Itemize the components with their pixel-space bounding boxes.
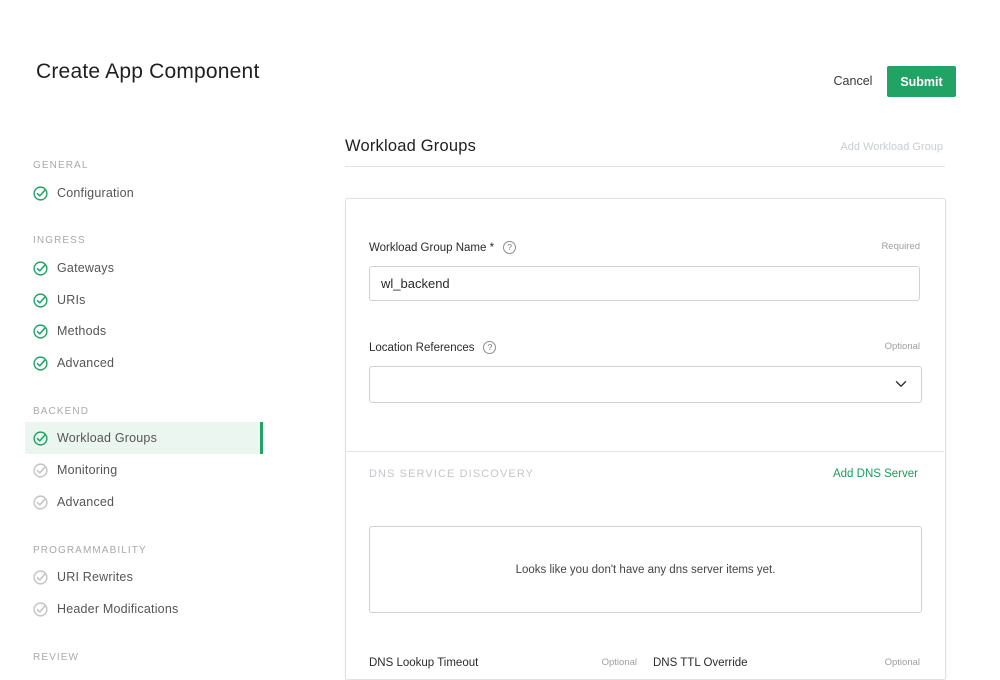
add-workload-group-button[interactable]: Add Workload Group: [810, 141, 943, 153]
sidebar-item-methods[interactable]: Methods: [25, 315, 260, 347]
optional-tag: Optional: [884, 657, 920, 668]
check-circle-icon: [33, 323, 48, 339]
sidebar-item-label: URIs: [57, 293, 86, 307]
page-title: Create App Component: [36, 60, 260, 83]
empty-state-text: Looks like you don't have any dns server…: [515, 563, 776, 576]
sidebar-section-programmability: PROGRAMMABILITY: [33, 545, 147, 556]
add-dns-server-button[interactable]: Add DNS Server: [800, 468, 918, 480]
cancel-button[interactable]: Cancel: [822, 66, 884, 96]
workload-group-name-label: Workload Group Name * ?: [369, 241, 517, 254]
check-circle-outline-icon: [33, 494, 48, 510]
submit-button[interactable]: Submit: [887, 66, 956, 97]
active-indicator: [260, 422, 263, 454]
divider: [345, 166, 945, 167]
sidebar-item-label: Header Modifications: [57, 602, 179, 616]
sidebar-item-label: Monitoring: [57, 463, 118, 477]
check-circle-icon: [33, 260, 48, 276]
sidebar-item-label: Workload Groups: [57, 431, 158, 445]
dns-ttl-override-label: DNS TTL Override: [653, 657, 748, 669]
sidebar-item-workload-groups[interactable]: Workload Groups: [25, 422, 263, 454]
check-circle-icon: [33, 292, 48, 308]
sidebar-item-label: Methods: [57, 324, 107, 338]
optional-tag: Optional: [884, 341, 920, 352]
sidebar-item-backend-advanced[interactable]: Advanced: [25, 486, 260, 518]
sidebar-section-review: REVIEW: [33, 652, 80, 663]
section-title: Workload Groups: [345, 137, 477, 155]
sidebar-item-ingress-advanced[interactable]: Advanced: [25, 347, 260, 379]
sidebar-item-monitoring[interactable]: Monitoring: [25, 454, 260, 486]
check-circle-icon: [33, 355, 48, 371]
sidebar-item-uri-rewrites[interactable]: URI Rewrites: [25, 561, 260, 593]
sidebar-item-gateways[interactable]: Gateways: [25, 252, 260, 284]
sidebar-item-configuration[interactable]: Configuration: [25, 177, 260, 209]
dns-empty-state: Looks like you don't have any dns server…: [369, 526, 922, 613]
dns-service-discovery-title: DNS SERVICE DISCOVERY: [369, 468, 535, 480]
chevron-down-icon: [895, 381, 907, 387]
field-label-text: Workload Group Name *: [369, 241, 495, 254]
sidebar-item-label: Advanced: [57, 495, 115, 509]
sidebar-item-label: Gateways: [57, 261, 115, 275]
sidebar-item-label: URI Rewrites: [57, 570, 134, 584]
required-tag: Required: [881, 241, 920, 252]
sidebar-item-label: Configuration: [57, 186, 134, 200]
divider: [346, 451, 944, 452]
sidebar-item-header-modifications[interactable]: Header Modifications: [25, 593, 260, 625]
sidebar-section-backend: BACKEND: [33, 406, 90, 417]
check-circle-outline-icon: [33, 601, 48, 617]
field-label-text: Location References: [369, 341, 475, 354]
sidebar-item-label: Advanced: [57, 356, 115, 370]
workload-group-name-input[interactable]: [369, 266, 920, 301]
help-icon[interactable]: ?: [483, 341, 497, 354]
check-circle-icon: [33, 185, 48, 201]
sidebar-item-uris[interactable]: URIs: [25, 284, 260, 316]
location-references-select[interactable]: [369, 366, 922, 403]
sidebar-section-general: GENERAL: [33, 160, 89, 171]
help-icon[interactable]: ?: [503, 241, 517, 254]
check-circle-outline-icon: [33, 462, 48, 478]
dns-lookup-timeout-label: DNS Lookup Timeout: [369, 657, 479, 669]
check-circle-outline-icon: [33, 569, 48, 585]
sidebar-section-ingress: INGRESS: [33, 235, 86, 246]
location-references-label: Location References ?: [369, 341, 497, 354]
check-circle-icon: [33, 430, 48, 446]
optional-tag: Optional: [601, 657, 637, 668]
